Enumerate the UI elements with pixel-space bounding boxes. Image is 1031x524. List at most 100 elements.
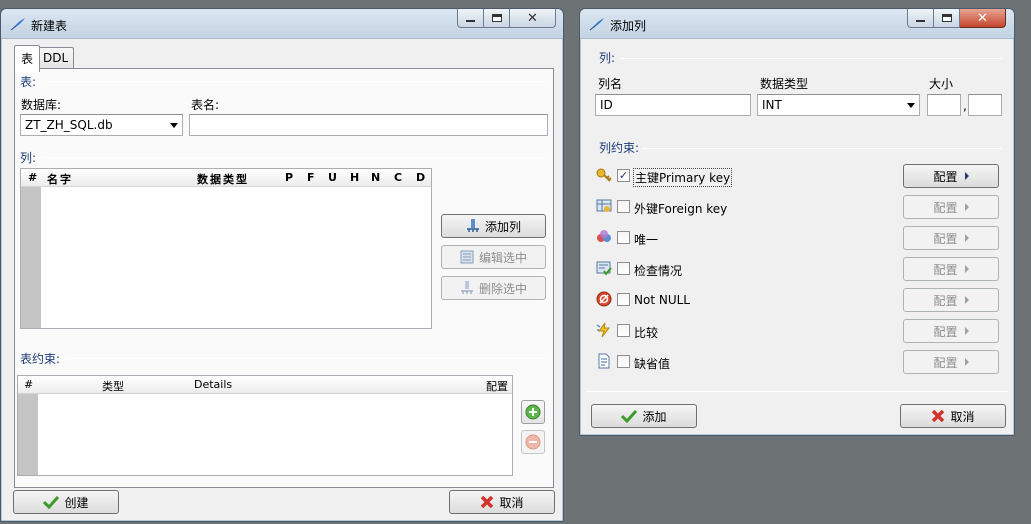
- configure-check-button[interactable]: 配置: [903, 257, 999, 281]
- default-value-icon: [598, 353, 610, 369]
- create-button[interactable]: 创建: [13, 490, 119, 514]
- separator: [642, 148, 1002, 149]
- not-null-icon: [596, 291, 612, 307]
- constraints-table-header: # 类型 Details 配置: [18, 376, 512, 394]
- unique-checkbox[interactable]: [617, 231, 630, 244]
- new-table-window: 新建表 ✕ 表 DDL 表: 数据库: ZT_ZH_SQL.db 表名: 列: …: [0, 8, 564, 522]
- col-header-c: C: [394, 171, 403, 184]
- chevron-right-icon: [964, 203, 969, 211]
- not-null-label: Not NULL: [634, 293, 690, 307]
- chevron-right-icon: [964, 358, 969, 366]
- col-header-number: #: [28, 171, 38, 184]
- col-header-type: 数据类型: [197, 173, 249, 186]
- add-button[interactable]: 添加: [591, 404, 697, 428]
- feather-icon: [589, 18, 604, 31]
- maximize-button[interactable]: [484, 9, 510, 28]
- configure-foreign-key-button[interactable]: 配置: [903, 195, 999, 219]
- cancel-button[interactable]: 取消: [449, 490, 555, 514]
- col-header-n: N: [371, 171, 381, 184]
- maximize-icon: [941, 14, 952, 22]
- checkmark-icon: [621, 409, 638, 423]
- add-column-button[interactable]: 添加列: [441, 214, 546, 238]
- separator: [47, 81, 547, 82]
- constraint-header-number: #: [24, 378, 34, 391]
- table-constraints-section-label: 表约束:: [20, 352, 61, 366]
- data-type-select[interactable]: INT: [757, 94, 920, 116]
- chevron-right-icon: [964, 234, 969, 242]
- precision-input[interactable]: [968, 94, 1002, 116]
- col-header-u: U: [328, 171, 337, 184]
- close-button[interactable]: ✕: [960, 9, 1006, 28]
- chevron-right-icon: [964, 265, 969, 273]
- foreign-key-checkbox[interactable]: [617, 200, 630, 213]
- tab-ddl[interactable]: DDL: [37, 47, 75, 69]
- title-bar[interactable]: 添加列 ✕: [580, 9, 1014, 39]
- check-condition-checkbox[interactable]: [617, 262, 630, 275]
- col-header-h: H: [350, 171, 360, 184]
- columns-table[interactable]: # 名字 数据类型 P F U H N C D: [20, 168, 432, 329]
- table-name-input[interactable]: [189, 114, 548, 136]
- default-value-label: 缺省值: [634, 357, 671, 371]
- configure-not-null-button[interactable]: 配置: [903, 288, 999, 312]
- minimize-button[interactable]: [457, 9, 484, 28]
- check-condition-icon: [596, 261, 612, 276]
- close-icon: ✕: [977, 10, 988, 26]
- column-section-label: 列:: [599, 51, 616, 65]
- check-condition-label: 检查情况: [634, 264, 683, 278]
- primary-key-label: 主键Primary key: [632, 168, 733, 187]
- minimize-icon: [466, 20, 475, 22]
- constraint-header-type: 类型: [102, 380, 124, 393]
- edit-column-icon: [460, 250, 474, 264]
- data-type-label: 数据类型: [760, 77, 809, 91]
- close-button[interactable]: ✕: [510, 9, 556, 28]
- cancel-x-icon: [932, 409, 945, 423]
- maximize-button[interactable]: [934, 9, 960, 28]
- separator: [43, 157, 547, 158]
- cancel-button[interactable]: 取消: [900, 404, 1006, 428]
- constraint-header-configure: 配置: [486, 380, 508, 393]
- checkmark-icon: [43, 495, 60, 509]
- collate-checkbox[interactable]: [617, 324, 630, 337]
- window-title: 添加列: [610, 19, 647, 33]
- column-constraints-section-label: 列约束:: [599, 141, 640, 155]
- chevron-right-icon: [964, 172, 969, 180]
- configure-primary-key-button[interactable]: 配置: [903, 164, 999, 188]
- table-constraints-table[interactable]: # 类型 Details 配置: [17, 375, 513, 476]
- size-label: 大小: [929, 77, 954, 91]
- chevron-down-icon: [170, 123, 178, 128]
- default-value-checkbox[interactable]: [617, 355, 630, 368]
- separator: [586, 391, 1008, 392]
- columns-section-label: 列:: [20, 151, 37, 165]
- delete-selected-button[interactable]: 删除选中: [441, 276, 546, 300]
- collate-label: 比较: [634, 326, 659, 340]
- configure-unique-button[interactable]: 配置: [903, 226, 999, 250]
- constraint-header-details: Details: [194, 378, 233, 391]
- edit-selected-button[interactable]: 编辑选中: [441, 245, 546, 269]
- add-constraint-button[interactable]: [521, 400, 545, 424]
- col-header-f: F: [307, 171, 315, 184]
- row-header-column: [21, 187, 41, 328]
- columns-table-header: # 名字 数据类型 P F U H N C D: [21, 169, 431, 187]
- primary-key-checkbox[interactable]: ✓: [617, 169, 630, 182]
- window-title: 新建表: [31, 19, 68, 33]
- column-name-label: 列名: [598, 77, 623, 91]
- tab-table[interactable]: 表: [14, 45, 41, 72]
- not-null-checkbox[interactable]: [617, 293, 630, 306]
- col-header-d: D: [416, 171, 426, 184]
- database-select[interactable]: ZT_ZH_SQL.db: [20, 114, 183, 136]
- configure-default-button[interactable]: 配置: [903, 350, 999, 374]
- column-name-input[interactable]: ID: [595, 94, 751, 116]
- delete-column-icon: [460, 281, 473, 294]
- size-input[interactable]: [927, 94, 961, 116]
- remove-constraint-button[interactable]: [521, 430, 545, 454]
- key-icon: [596, 168, 612, 182]
- collate-icon: [596, 322, 611, 338]
- tab-panel: 表: 数据库: ZT_ZH_SQL.db 表名: 列: # 名字 数据类型 P …: [14, 68, 554, 488]
- unique-label: 唯一: [634, 233, 659, 247]
- minimize-button[interactable]: [907, 9, 934, 28]
- row-header-column: [18, 394, 38, 475]
- title-bar[interactable]: 新建表 ✕: [1, 9, 563, 39]
- configure-collate-button[interactable]: 配置: [903, 319, 999, 343]
- add-column-icon: [466, 219, 479, 232]
- col-header-p: P: [285, 171, 294, 184]
